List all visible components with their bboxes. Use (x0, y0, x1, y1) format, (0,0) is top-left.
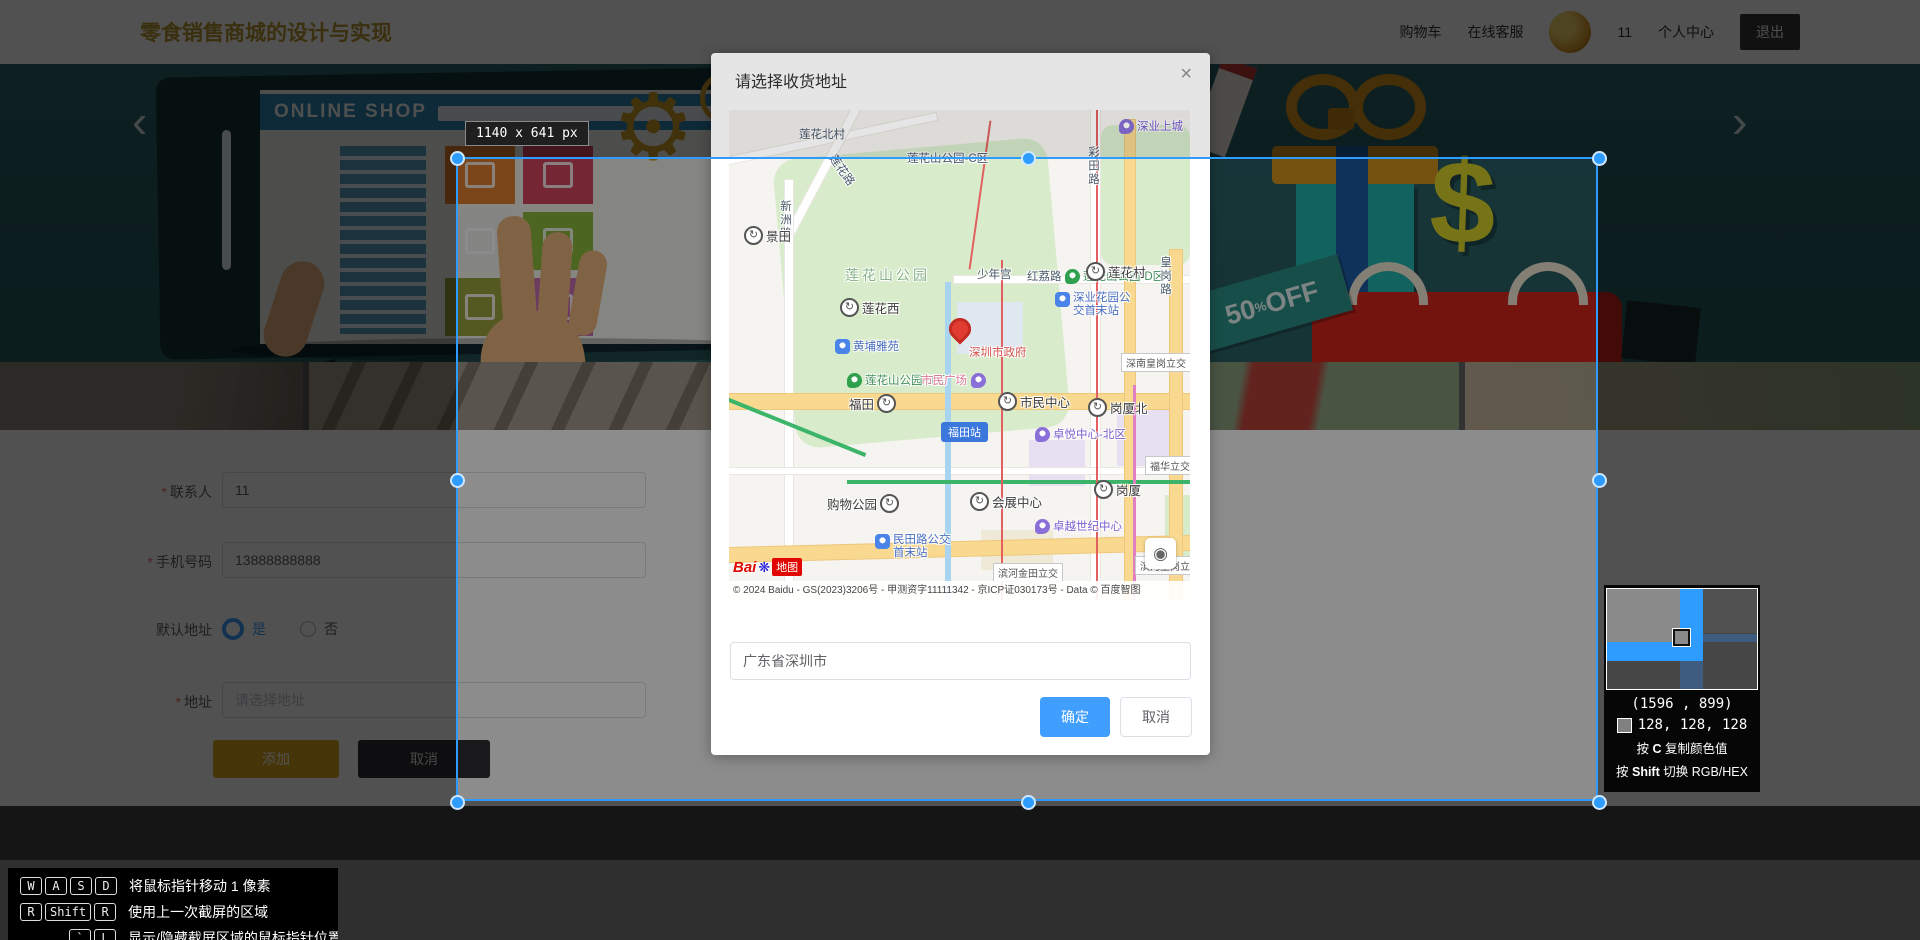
key-cap: Shift (45, 903, 92, 921)
selection-handle-se[interactable] (1592, 795, 1607, 810)
selection-handle-n[interactable] (1021, 151, 1036, 166)
selection-handle-s[interactable] (1021, 795, 1036, 810)
toggle-format-hint: 按 Shift 切换 RGB/HEX (1616, 765, 1748, 779)
selection-rectangle[interactable] (456, 157, 1598, 801)
key-cap: A (45, 877, 67, 895)
pixel-rgb-value: 128, 128, 128 (1637, 717, 1748, 733)
selection-handle-sw[interactable] (450, 795, 465, 810)
selection-handle-ne[interactable] (1592, 151, 1607, 166)
color-swatch (1616, 717, 1632, 733)
selection-outside-dim (0, 0, 1920, 157)
screen: 零食销售商城的设计与实现 购物车 在线客服 11 个人中心 退出 ‹ › ONL… (0, 0, 1920, 940)
magnifier-panel: (1596 , 899) 128, 128, 128 按 C 复制颜色值 按 S… (1604, 585, 1760, 792)
shortcut-row: W A S D 将鼠标指针移动 1 像素 (20, 876, 326, 896)
magnifier-view (1606, 588, 1758, 690)
shortcut-row: R Shift R 使用上一次截屏的区域 (20, 902, 326, 922)
selection-handle-w[interactable] (450, 473, 465, 488)
cursor-coordinates: (1596 , 899) (1631, 696, 1733, 712)
pixel-color-row: 128, 128, 128 (1604, 717, 1760, 733)
selection-size-label: 1140 x 641 px (465, 121, 589, 146)
shortcut-row: ` L 显示/隐藏截屏区域的鼠标指针位置 (20, 928, 338, 940)
shortcut-description: 显示/隐藏截屏区域的鼠标指针位置 (128, 930, 338, 940)
selection-outside-dim (0, 157, 456, 801)
selection-handle-e[interactable] (1592, 473, 1607, 488)
copy-color-hint: 按 C 复制颜色值 (1636, 742, 1728, 756)
key-cap: W (20, 877, 42, 895)
key-cap: R (20, 903, 42, 921)
shortcuts-panel: W A S D 将鼠标指针移动 1 像素 R Shift R 使用上一次截屏的区域 ` L 显示/隐藏… (8, 868, 338, 940)
magnifier-center-pixel (1672, 628, 1691, 647)
key-cap: D (95, 877, 117, 895)
selection-handle-nw[interactable] (450, 151, 465, 166)
shortcut-description: 使用上一次截屏的区域 (128, 904, 269, 920)
shortcut-description: 将鼠标指针移动 1 像素 (129, 878, 271, 894)
key-cap: ` (69, 929, 91, 940)
key-cap: S (70, 877, 92, 895)
key-cap: R (94, 903, 117, 921)
key-cap: L (94, 929, 116, 940)
